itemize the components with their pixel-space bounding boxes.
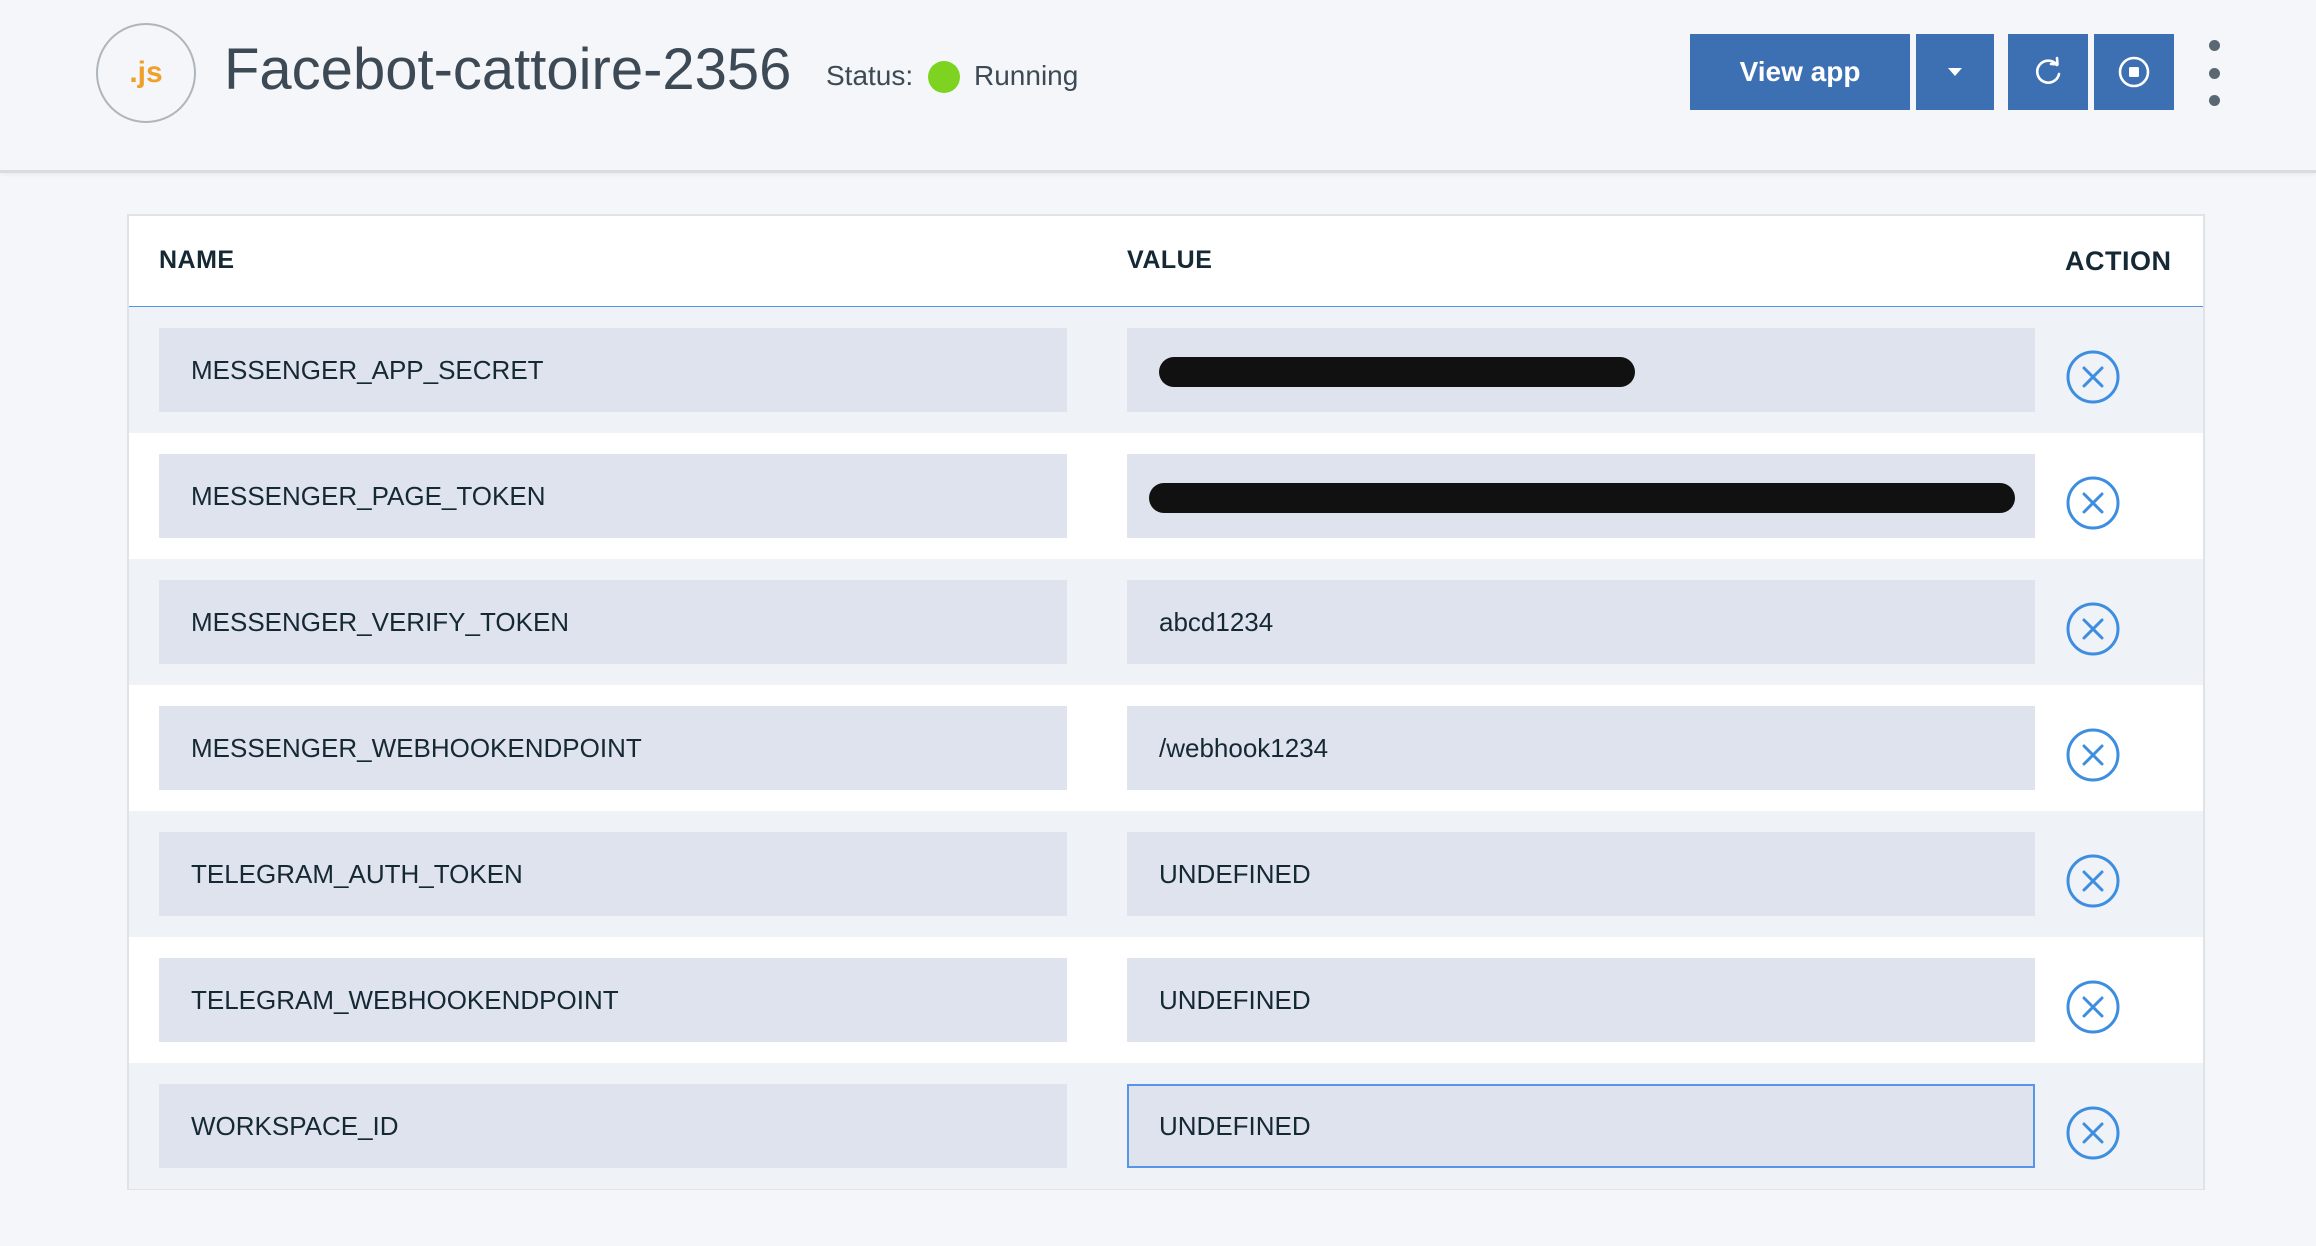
remove-variable-icon[interactable] <box>2065 727 2121 783</box>
view-app-label: View app <box>1739 56 1861 87</box>
variable-value-field[interactable] <box>1127 454 2035 538</box>
remove-variable-icon[interactable] <box>2065 853 2121 909</box>
remove-variable-icon[interactable] <box>2065 475 2121 531</box>
remove-variable-icon[interactable] <box>2065 349 2121 405</box>
variable-value-field[interactable]: UNDEFINED <box>1127 958 2035 1042</box>
status-indicator-icon <box>928 61 960 93</box>
app-name: Facebot-cattoire-2356 <box>224 37 792 102</box>
table-row: TELEGRAM_AUTH_TOKEN UNDEFINED <box>129 811 2203 937</box>
restart-button[interactable] <box>2008 34 2088 110</box>
table-header: NAME VALUE ACTION <box>129 216 2203 309</box>
table-row: WORKSPACE_ID UNDEFINED <box>129 1063 2203 1189</box>
table-row: MESSENGER_VERIFY_TOKEN abcd1234 <box>129 559 2203 685</box>
redacted-value <box>1159 357 1635 388</box>
variable-value-field[interactable]: abcd1234 <box>1127 580 2035 664</box>
status-label: Status: <box>826 60 914 91</box>
env-variables-table: NAME VALUE ACTION MESSENGER_APP_SECRET M… <box>127 214 2205 1190</box>
nodejs-app-icon: .js <box>96 23 196 123</box>
variable-name-field[interactable]: TELEGRAM_WEBHOOKENDPOINT <box>159 958 1067 1042</box>
status-value: Running <box>974 60 1079 91</box>
view-app-dropdown-button[interactable] <box>1916 34 1994 110</box>
redacted-value <box>1149 483 2015 514</box>
remove-variable-icon[interactable] <box>2065 601 2121 657</box>
column-header-value: VALUE <box>1127 246 1213 274</box>
variable-value-field[interactable] <box>1127 328 2035 412</box>
variable-name-field[interactable]: MESSENGER_WEBHOOKENDPOINT <box>159 706 1067 790</box>
table-row: MESSENGER_APP_SECRET <box>129 307 2203 433</box>
caret-down-icon <box>1948 68 1962 76</box>
table-row: MESSENGER_WEBHOOKENDPOINT /webhook1234 <box>129 685 2203 811</box>
column-header-action: ACTION <box>2065 246 2172 276</box>
app-header: .js Facebot-cattoire-2356 Status: Runnin… <box>0 0 2316 173</box>
view-app-button[interactable]: View app <box>1690 34 1910 110</box>
variable-name-field[interactable]: MESSENGER_PAGE_TOKEN <box>159 454 1067 538</box>
variable-name-field[interactable]: TELEGRAM_AUTH_TOKEN <box>159 832 1067 916</box>
stop-button[interactable] <box>2094 34 2174 110</box>
table-row: TELEGRAM_WEBHOOKENDPOINT UNDEFINED <box>129 937 2203 1063</box>
stop-icon <box>2118 56 2150 88</box>
variable-value-field[interactable]: /webhook1234 <box>1127 706 2035 790</box>
table-row: MESSENGER_PAGE_TOKEN <box>129 433 2203 559</box>
app-icon-label: .js <box>129 56 163 89</box>
remove-variable-icon[interactable] <box>2065 1105 2121 1161</box>
remove-variable-icon[interactable] <box>2065 979 2121 1035</box>
variable-value-field[interactable]: UNDEFINED <box>1127 1084 2035 1168</box>
variable-value-field[interactable]: UNDEFINED <box>1127 832 2035 916</box>
variable-name-field[interactable]: MESSENGER_VERIFY_TOKEN <box>159 580 1067 664</box>
column-header-name: NAME <box>159 246 235 274</box>
variable-name-field[interactable]: WORKSPACE_ID <box>159 1084 1067 1168</box>
restart-icon <box>2035 56 2061 84</box>
overflow-menu-icon[interactable] <box>2200 40 2228 106</box>
variable-name-field[interactable]: MESSENGER_APP_SECRET <box>159 328 1067 412</box>
